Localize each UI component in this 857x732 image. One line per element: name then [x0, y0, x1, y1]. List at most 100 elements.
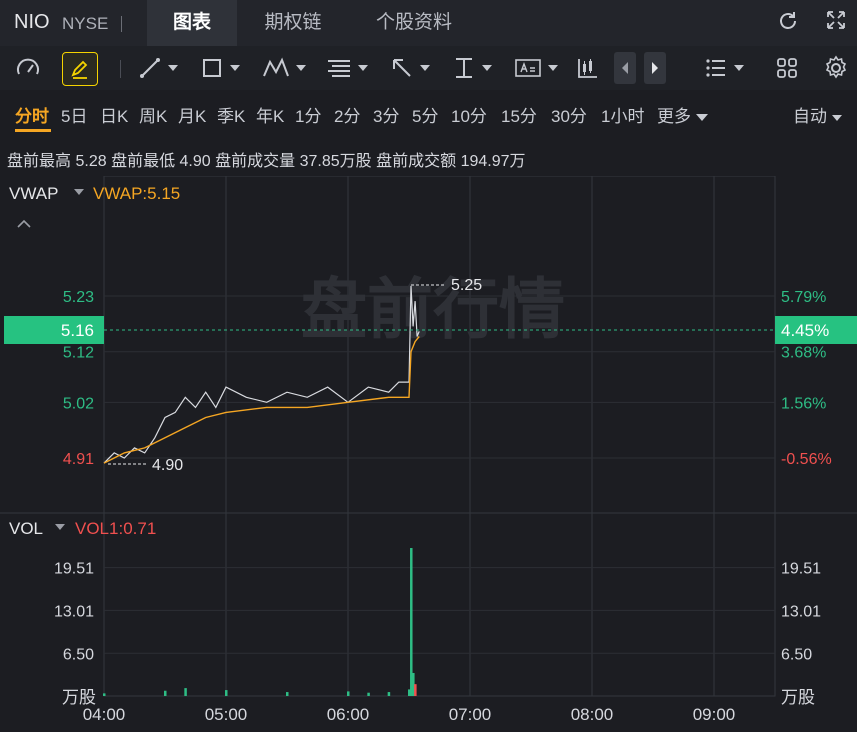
high-marker-label: 5.25: [451, 277, 482, 294]
volume-unit-label: 万股: [781, 688, 815, 707]
pattern-tool-icon[interactable]: [262, 52, 306, 84]
period-weekly[interactable]: 周K: [139, 102, 167, 127]
period-1hour[interactable]: 1小时: [601, 102, 644, 127]
prev-icon[interactable]: [614, 52, 636, 84]
drawing-toolbar: [0, 46, 857, 90]
period-selector: 分时 5日 日K 周K 月K 季K 年K 1分 2分 3分 5分 10分 15分…: [0, 92, 857, 134]
vwap-line: [103, 336, 420, 464]
top-bar: NIO NYSE 图表 期权链 个股资料: [0, 0, 857, 46]
chart-frame: [103, 176, 776, 697]
fib-tool-icon[interactable]: [326, 52, 368, 84]
volume-bars: [103, 548, 417, 696]
time-axis: 04:00 05:00 06:00 07:00 08:00 09:00: [83, 705, 736, 724]
pencil-icon[interactable]: [62, 52, 98, 86]
collapse-icon[interactable]: [17, 219, 31, 228]
rectangle-tool-icon[interactable]: [200, 52, 240, 84]
volume-tick-label: 19.51: [781, 561, 821, 578]
period-30min[interactable]: 30分: [551, 102, 587, 127]
period-intraday[interactable]: 分时: [15, 102, 49, 127]
volume-bar: [286, 692, 289, 696]
pct-tick-label: 1.56%: [781, 395, 826, 412]
period-quarterly[interactable]: 季K: [217, 102, 245, 127]
speedometer-icon[interactable]: [14, 52, 42, 84]
price-chart[interactable]: 盘前行情 VWAP VWAP:5.15 VOL VOL1:0.71 5.23 5.…: [0, 176, 857, 732]
watermark: 盘前行情: [301, 272, 565, 346]
volume-label: 盘前成交量: [215, 153, 296, 170]
next-icon[interactable]: [644, 52, 666, 84]
chevron-down-icon[interactable]: [74, 189, 84, 195]
vwap-indicator-value: VWAP:5.15: [93, 184, 180, 203]
chevron-down-icon: [832, 114, 842, 121]
tab-stock-profile[interactable]: 个股资料: [356, 0, 472, 46]
volume-value: 37.85万股: [299, 153, 372, 170]
period-15min[interactable]: 15分: [501, 102, 537, 127]
price-tick-label: 5.23: [63, 289, 94, 306]
period-monthly[interactable]: 月K: [178, 102, 206, 127]
time-tick-label: 09:00: [693, 705, 736, 724]
vol-indicator-name[interactable]: VOL: [9, 519, 43, 538]
volume-axis: 19.51 19.5113.01 13.016.50 6.50万股 万股: [54, 561, 821, 707]
vwap-indicator-name[interactable]: VWAP: [9, 184, 58, 203]
high-value: 5.28: [75, 153, 107, 170]
ticker-symbol: NIO: [14, 11, 50, 33]
pct-tick-label: 3.68%: [781, 345, 826, 362]
fullscreen-icon[interactable]: [822, 9, 850, 37]
period-3min[interactable]: 3分: [373, 102, 399, 127]
volume-bar: [387, 692, 391, 696]
pct-tick-label: 5.79%: [781, 289, 826, 306]
refresh-icon[interactable]: [774, 9, 802, 37]
current-pct-value: 4.45%: [781, 321, 829, 340]
period-2min[interactable]: 2分: [334, 102, 360, 127]
chevron-down-icon[interactable]: [55, 524, 65, 530]
vol-indicator-value: VOL1:0.71: [75, 519, 156, 538]
text-label-icon[interactable]: [514, 52, 558, 84]
time-tick-label: 04:00: [83, 705, 126, 724]
list-icon[interactable]: [704, 52, 744, 84]
low-label: 盘前最低: [111, 153, 176, 170]
tab-chart[interactable]: 图表: [147, 0, 237, 46]
period-more[interactable]: 更多: [657, 102, 708, 127]
toolbar-divider: [120, 60, 121, 78]
time-tick-label: 08:00: [571, 705, 614, 724]
period-more-label: 更多: [657, 107, 691, 126]
period-1min[interactable]: 1分: [295, 102, 321, 127]
settings-icon[interactable]: [823, 52, 849, 84]
auto-scale-dropdown[interactable]: 自动: [793, 102, 842, 127]
volume-tick-label: 19.51: [54, 561, 94, 578]
volume-bar: [103, 693, 106, 696]
time-tick-label: 07:00: [449, 705, 492, 724]
price-tick-label: 5.12: [63, 345, 94, 362]
candles-icon[interactable]: [576, 52, 600, 84]
chart-grid: [0, 176, 857, 697]
price-tick-label: 4.91: [63, 451, 94, 468]
current-price-value: 5.16: [61, 321, 94, 340]
volume-tick-label: 13.01: [54, 603, 94, 620]
text-tool-icon[interactable]: [452, 52, 492, 84]
period-5min[interactable]: 5分: [412, 102, 438, 127]
high-label: 盘前最高: [7, 153, 72, 170]
low-marker-label: 4.90: [152, 457, 183, 474]
volume-bar: [347, 691, 350, 696]
period-yearly[interactable]: 年K: [256, 102, 284, 127]
premarket-summary: 盘前最高 5.28 盘前最低 4.90 盘前成交量 37.85万股 盘前成交额 …: [7, 147, 526, 171]
time-tick-label: 05:00: [205, 705, 248, 724]
line-tool-icon[interactable]: [138, 52, 178, 84]
volume-bar: [225, 690, 228, 696]
volume-bar: [164, 690, 167, 696]
volume-bar: [414, 684, 417, 696]
chevron-down-icon: [696, 114, 708, 122]
period-daily[interactable]: 日K: [100, 102, 128, 127]
price-tick-label: 5.02: [63, 395, 94, 412]
volume-tick-label: 6.50: [781, 646, 812, 663]
arrow-tool-icon[interactable]: [390, 52, 430, 84]
volume-tick-label: 6.50: [63, 646, 94, 663]
divider: [121, 16, 122, 32]
amount-label: 盘前成交额: [376, 153, 457, 170]
tab-options-chain[interactable]: 期权链: [245, 0, 341, 46]
low-value: 4.90: [179, 153, 211, 170]
grid-icon[interactable]: [775, 52, 799, 84]
period-10min[interactable]: 10分: [451, 102, 487, 127]
period-5day[interactable]: 5日: [61, 102, 87, 127]
pct-tick-label: -0.56%: [781, 451, 832, 468]
active-period-underline: [15, 129, 51, 132]
